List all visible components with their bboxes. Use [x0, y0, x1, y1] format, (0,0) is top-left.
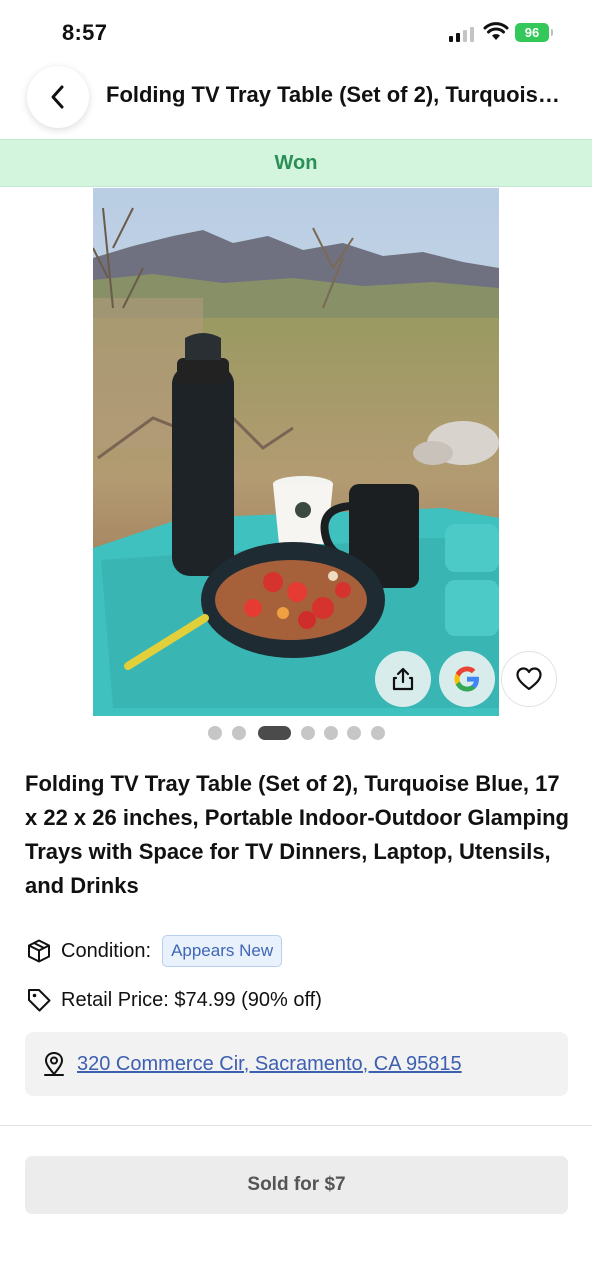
divider	[0, 1125, 592, 1126]
share-button[interactable]	[375, 651, 431, 707]
share-icon	[392, 667, 414, 691]
pagination-dot[interactable]	[301, 726, 315, 740]
sold-status-button: Sold for $7	[25, 1156, 568, 1214]
location-pin-icon	[44, 1051, 64, 1076]
condition-badge: Appears New	[162, 935, 283, 967]
cellular-signal-icon	[449, 26, 477, 42]
status-time: 8:57	[62, 20, 108, 45]
wifi-icon	[483, 22, 509, 42]
pagination-dot[interactable]	[232, 726, 246, 740]
header: Folding TV Tray Table (Set of 2), Turquo…	[0, 64, 592, 139]
favorite-button[interactable]	[501, 651, 557, 707]
pagination-dot[interactable]	[208, 726, 222, 740]
product-photo	[93, 188, 499, 716]
box-icon	[25, 937, 53, 965]
pagination-dot[interactable]	[324, 726, 338, 740]
pagination-dot[interactable]	[371, 726, 385, 740]
product-image[interactable]	[93, 188, 499, 716]
retail-price: Retail Price: $74.99 (90% off)	[61, 988, 322, 1011]
address-link[interactable]: 320 Commerce Cir, Sacramento, CA 95815	[77, 1053, 462, 1076]
condition-label: Condition:	[61, 939, 152, 962]
chevron-left-icon	[51, 85, 64, 109]
battery-icon: 96	[515, 23, 553, 42]
retail-price-row: Retail Price: $74.99 (90% off)	[25, 983, 322, 1017]
condition-row: Condition: Appears New	[25, 934, 283, 968]
google-search-button[interactable]	[439, 651, 495, 707]
pickup-address[interactable]: 320 Commerce Cir, Sacramento, CA 95815	[25, 1032, 568, 1096]
back-button[interactable]	[27, 66, 89, 128]
google-icon	[454, 666, 479, 692]
image-pagination	[0, 726, 592, 740]
tag-icon	[25, 986, 53, 1014]
pagination-dot-active[interactable]	[258, 726, 291, 740]
status-banner: Won	[0, 139, 592, 187]
heart-icon	[516, 667, 542, 691]
product-title: Folding TV Tray Table (Set of 2), Turquo…	[25, 771, 569, 898]
pagination-dot[interactable]	[347, 726, 361, 740]
status-bar: 8:57 96	[0, 0, 592, 64]
page-title: Folding TV Tray Table (Set of 2), Turquo…	[106, 82, 571, 107]
